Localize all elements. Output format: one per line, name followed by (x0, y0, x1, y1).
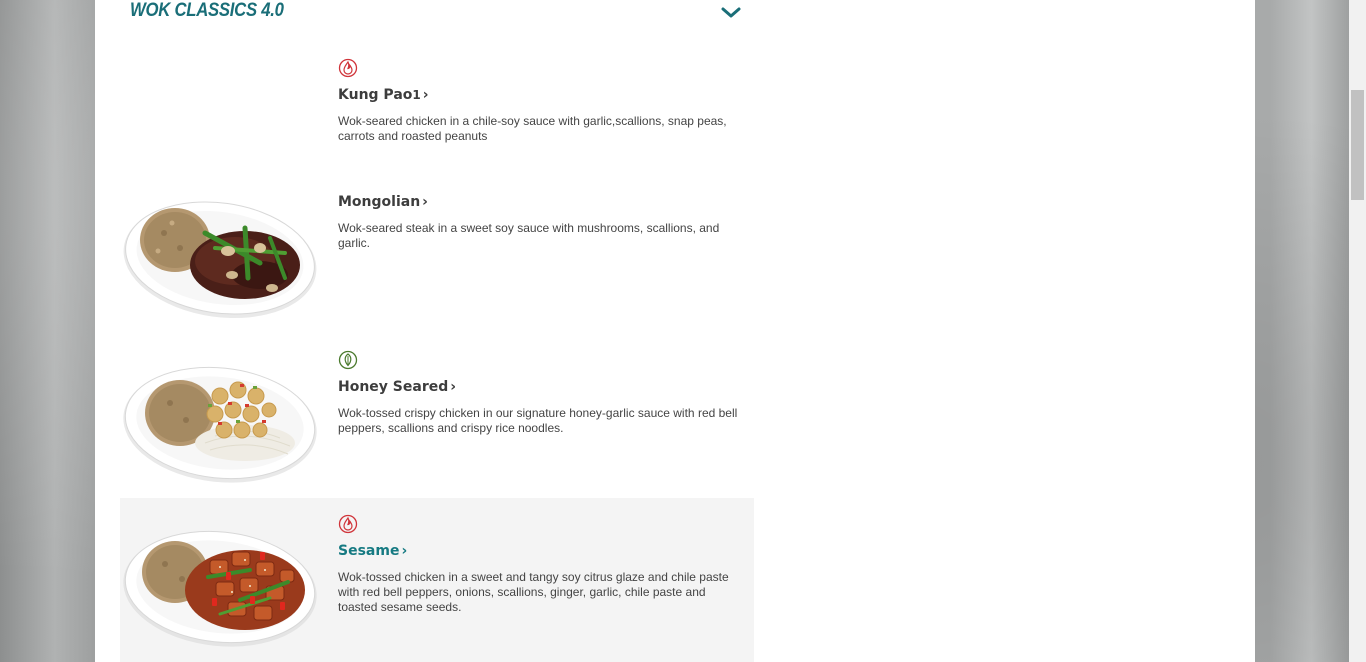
menu-item: Honey Seared › Wok-tossed crispy chicken … (120, 340, 754, 490)
dish-image[interactable] (120, 358, 320, 488)
item-name-link[interactable]: Mongolian › (338, 194, 428, 210)
chevron-right-icon: › (401, 543, 408, 559)
spicy-icon (338, 58, 358, 78)
menu-item: Kung Pao1 › Wok-seared chicken in a chile… (120, 50, 754, 160)
chevron-down-icon[interactable] (720, 3, 742, 21)
item-name-label: Honey Seared (338, 379, 449, 395)
item-name-label: Sesame (338, 543, 400, 559)
item-name-link[interactable]: Sesame › (338, 543, 407, 559)
item-superscript: 1 (412, 88, 421, 102)
section-title: WOK CLASSICS 4.0 (130, 0, 284, 21)
chevron-right-icon: › (422, 194, 428, 210)
section-header[interactable]: WOK CLASSICS 4.0 (130, 0, 742, 30)
scrollbar-thumb[interactable] (1351, 90, 1364, 200)
item-name-link[interactable]: Kung Pao1 › (338, 87, 429, 103)
vertical-scrollbar[interactable] (1349, 0, 1366, 662)
dish-image[interactable] (120, 193, 320, 323)
item-description: Wok-tossed crispy chicken in our signatu… (338, 406, 738, 435)
dish-image[interactable] (120, 522, 320, 652)
item-name-label: Kung Pao (338, 87, 413, 103)
menu-page: WOK CLASSICS 4.0 Kung Pao1 › Wok-seared c… (95, 0, 1255, 662)
item-description: Wok-seared steak in a sweet soy sauce wi… (338, 221, 720, 250)
chevron-right-icon: › (450, 379, 457, 395)
item-description: Wok-seared chicken in a chile-soy sauce … (338, 114, 727, 143)
item-name-label: Mongolian (338, 194, 421, 210)
menu-item-active[interactable]: Sesame › Wok-tossed chicken in a sweet an… (120, 498, 754, 662)
item-description: Wok-tossed chicken in a sweet and tangy … (338, 570, 729, 614)
item-name-link[interactable]: Honey Seared › (338, 379, 456, 395)
spicy-icon (338, 514, 358, 534)
leaf-icon (338, 350, 358, 370)
menu-item: Mongolian › Wok-seared steak in a sweet s… (120, 185, 754, 330)
chevron-right-icon: › (422, 87, 429, 103)
